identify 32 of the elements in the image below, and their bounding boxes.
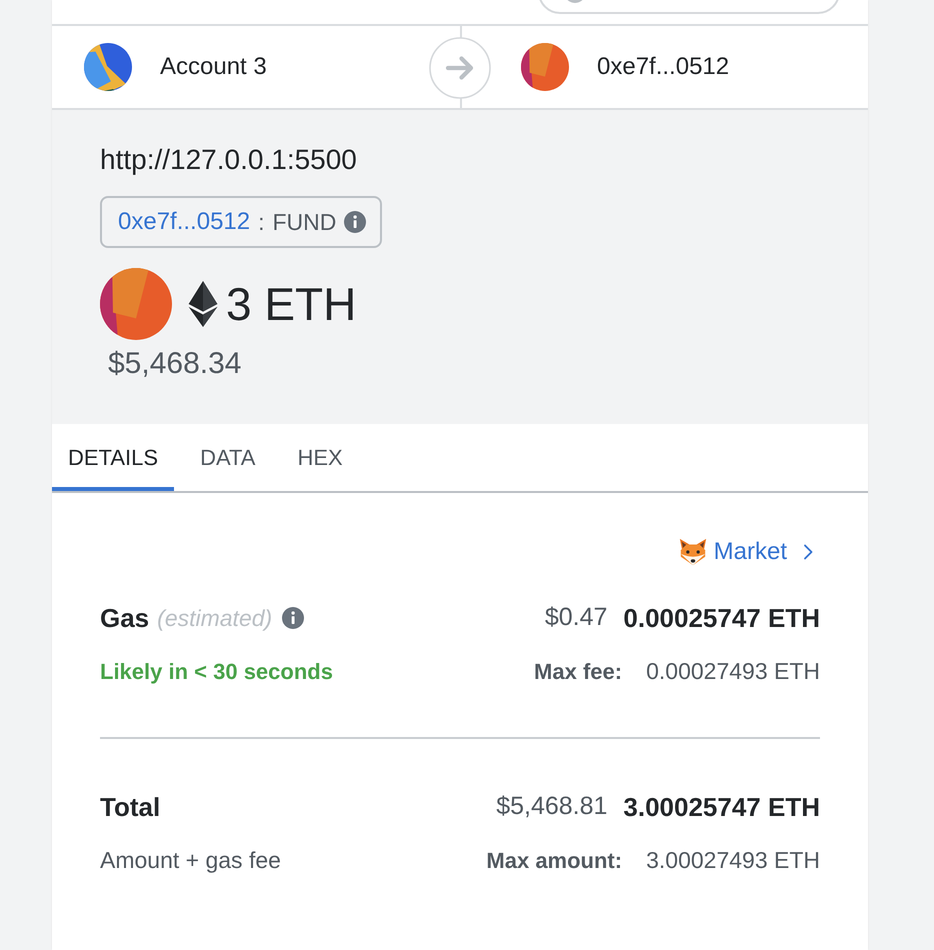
estimated-note: (estimated) bbox=[157, 604, 272, 633]
total-fiat: $5,468.81 bbox=[496, 791, 608, 822]
method-name: FUND bbox=[272, 208, 336, 237]
max-fee-label: Max fee: bbox=[534, 658, 622, 686]
max-amount-label: Max amount: bbox=[486, 846, 622, 874]
tab[interactable]: DATA bbox=[184, 424, 272, 491]
total-label: Total bbox=[100, 790, 160, 824]
info-icon[interactable] bbox=[282, 607, 304, 629]
max-fee-value: 0.00027493 ETH bbox=[646, 656, 820, 686]
total-value: 3.00025747 ETH bbox=[623, 790, 820, 824]
gas-label: Gas bbox=[100, 602, 150, 634]
max-amount-value: 3.00027493 ETH bbox=[646, 846, 820, 875]
ethereum-icon bbox=[188, 281, 218, 327]
identicon-icon bbox=[84, 43, 132, 91]
separator-text: : bbox=[258, 208, 264, 237]
chevron-right-icon bbox=[803, 544, 813, 560]
gas-value: 0.00025747 ETH bbox=[623, 602, 820, 634]
timing-estimate: Likely in < 30 seconds bbox=[100, 658, 333, 686]
fox-icon bbox=[678, 537, 708, 567]
gas-fiat: $0.47 bbox=[544, 602, 608, 634]
recipient-address: 0xe7f...0512 bbox=[597, 52, 730, 82]
identicon-icon bbox=[521, 43, 569, 91]
sender-name: Account 3 bbox=[160, 52, 267, 82]
tab[interactable]: HEX bbox=[281, 424, 359, 491]
contract-address-link[interactable]: 0xe7f...0512 bbox=[118, 204, 250, 240]
total-caption: Amount + gas fee bbox=[100, 846, 281, 875]
tab[interactable]: DETAILS bbox=[52, 424, 174, 491]
origin-url: http://127.0.0.1:5500 bbox=[100, 143, 358, 176]
info-icon[interactable] bbox=[344, 211, 366, 233]
amount-value: 3 ETH bbox=[226, 281, 356, 327]
amount-fiat: $5,468.34 bbox=[108, 346, 242, 382]
market-link[interactable]: Market bbox=[678, 537, 820, 567]
